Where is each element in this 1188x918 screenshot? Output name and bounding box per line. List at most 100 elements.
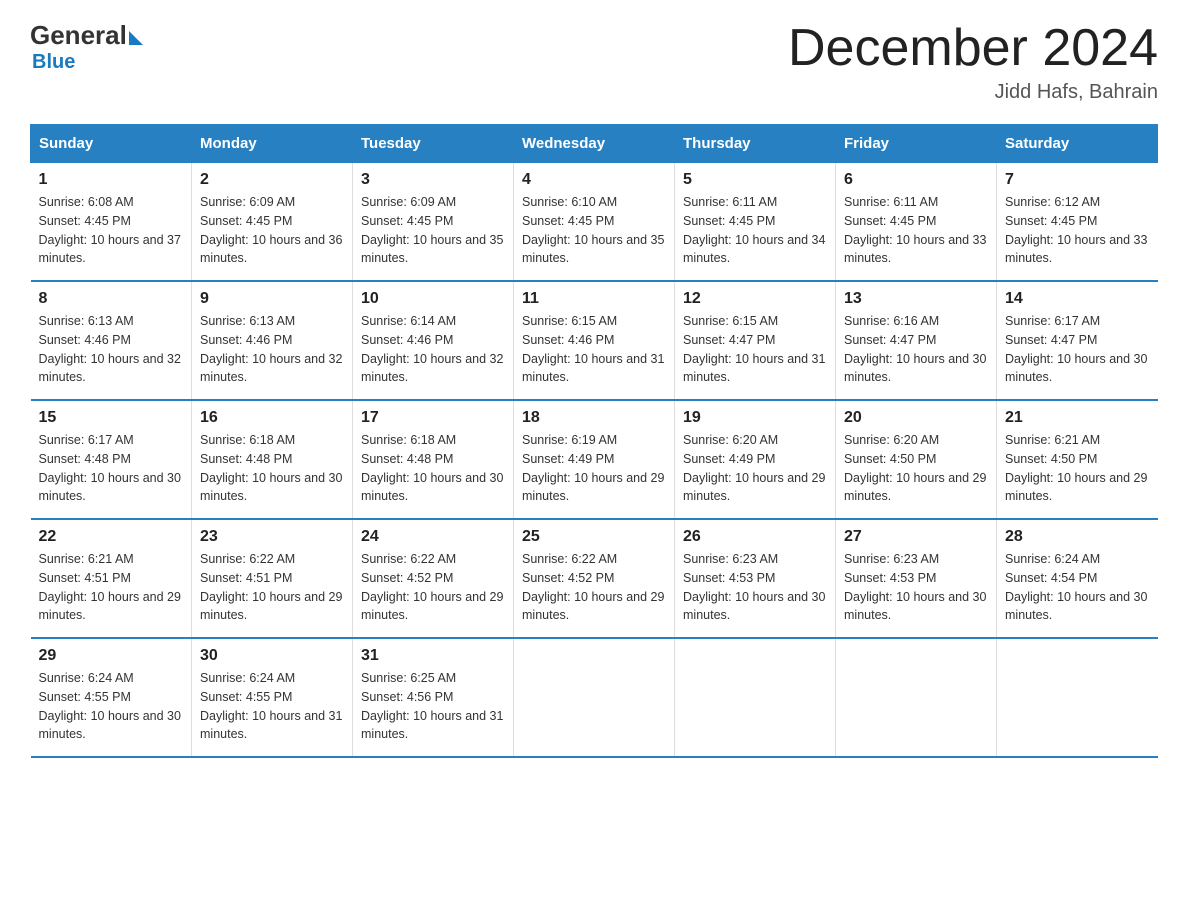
day-info: Sunrise: 6:14 AM Sunset: 4:46 PM Dayligh…	[361, 312, 505, 387]
day-info: Sunrise: 6:22 AM Sunset: 4:52 PM Dayligh…	[361, 550, 505, 625]
calendar-cell: 31 Sunrise: 6:25 AM Sunset: 4:56 PM Dayl…	[353, 638, 514, 757]
day-info: Sunrise: 6:20 AM Sunset: 4:50 PM Dayligh…	[844, 431, 988, 506]
calendar-cell: 10 Sunrise: 6:14 AM Sunset: 4:46 PM Dayl…	[353, 281, 514, 400]
calendar-cell: 25 Sunrise: 6:22 AM Sunset: 4:52 PM Dayl…	[514, 519, 675, 638]
day-number: 19	[683, 409, 827, 427]
calendar-cell	[997, 638, 1158, 757]
day-number: 2	[200, 171, 344, 189]
day-info: Sunrise: 6:19 AM Sunset: 4:49 PM Dayligh…	[522, 431, 666, 506]
calendar-cell: 15 Sunrise: 6:17 AM Sunset: 4:48 PM Dayl…	[31, 400, 192, 519]
header-saturday: Saturday	[997, 125, 1158, 163]
day-number: 17	[361, 409, 505, 427]
day-number: 12	[683, 290, 827, 308]
calendar-body: 1 Sunrise: 6:08 AM Sunset: 4:45 PM Dayli…	[31, 163, 1158, 758]
day-info: Sunrise: 6:22 AM Sunset: 4:52 PM Dayligh…	[522, 550, 666, 625]
day-number: 1	[39, 171, 184, 189]
calendar-cell: 28 Sunrise: 6:24 AM Sunset: 4:54 PM Dayl…	[997, 519, 1158, 638]
day-info: Sunrise: 6:23 AM Sunset: 4:53 PM Dayligh…	[683, 550, 827, 625]
header-thursday: Thursday	[675, 125, 836, 163]
calendar-cell: 9 Sunrise: 6:13 AM Sunset: 4:46 PM Dayli…	[192, 281, 353, 400]
calendar-header: SundayMondayTuesdayWednesdayThursdayFrid…	[31, 125, 1158, 163]
header-friday: Friday	[836, 125, 997, 163]
day-info: Sunrise: 6:10 AM Sunset: 4:45 PM Dayligh…	[522, 193, 666, 268]
day-info: Sunrise: 6:17 AM Sunset: 4:47 PM Dayligh…	[1005, 312, 1150, 387]
day-number: 10	[361, 290, 505, 308]
calendar-cell	[514, 638, 675, 757]
day-info: Sunrise: 6:13 AM Sunset: 4:46 PM Dayligh…	[200, 312, 344, 387]
day-number: 15	[39, 409, 184, 427]
day-info: Sunrise: 6:09 AM Sunset: 4:45 PM Dayligh…	[361, 193, 505, 268]
calendar-cell: 3 Sunrise: 6:09 AM Sunset: 4:45 PM Dayli…	[353, 163, 514, 282]
day-info: Sunrise: 6:08 AM Sunset: 4:45 PM Dayligh…	[39, 193, 184, 268]
day-info: Sunrise: 6:15 AM Sunset: 4:47 PM Dayligh…	[683, 312, 827, 387]
day-number: 18	[522, 409, 666, 427]
calendar-cell: 8 Sunrise: 6:13 AM Sunset: 4:46 PM Dayli…	[31, 281, 192, 400]
day-info: Sunrise: 6:09 AM Sunset: 4:45 PM Dayligh…	[200, 193, 344, 268]
calendar-cell: 16 Sunrise: 6:18 AM Sunset: 4:48 PM Dayl…	[192, 400, 353, 519]
calendar-cell: 29 Sunrise: 6:24 AM Sunset: 4:55 PM Dayl…	[31, 638, 192, 757]
day-info: Sunrise: 6:20 AM Sunset: 4:49 PM Dayligh…	[683, 431, 827, 506]
day-number: 5	[683, 171, 827, 189]
day-info: Sunrise: 6:16 AM Sunset: 4:47 PM Dayligh…	[844, 312, 988, 387]
day-info: Sunrise: 6:13 AM Sunset: 4:46 PM Dayligh…	[39, 312, 184, 387]
calendar-cell: 24 Sunrise: 6:22 AM Sunset: 4:52 PM Dayl…	[353, 519, 514, 638]
calendar-cell: 26 Sunrise: 6:23 AM Sunset: 4:53 PM Dayl…	[675, 519, 836, 638]
calendar-cell: 22 Sunrise: 6:21 AM Sunset: 4:51 PM Dayl…	[31, 519, 192, 638]
logo-blue-text: Blue	[32, 51, 75, 74]
day-info: Sunrise: 6:17 AM Sunset: 4:48 PM Dayligh…	[39, 431, 184, 506]
header-sunday: Sunday	[31, 125, 192, 163]
day-number: 7	[1005, 171, 1150, 189]
day-number: 20	[844, 409, 988, 427]
calendar-cell	[836, 638, 997, 757]
day-info: Sunrise: 6:11 AM Sunset: 4:45 PM Dayligh…	[683, 193, 827, 268]
day-number: 16	[200, 409, 344, 427]
day-info: Sunrise: 6:24 AM Sunset: 4:55 PM Dayligh…	[39, 669, 184, 744]
location-text: Jidd Hafs, Bahrain	[788, 81, 1158, 104]
calendar-cell: 13 Sunrise: 6:16 AM Sunset: 4:47 PM Dayl…	[836, 281, 997, 400]
logo: General Blue	[30, 20, 143, 74]
week-row-3: 15 Sunrise: 6:17 AM Sunset: 4:48 PM Dayl…	[31, 400, 1158, 519]
day-number: 11	[522, 290, 666, 308]
day-number: 26	[683, 528, 827, 546]
day-info: Sunrise: 6:12 AM Sunset: 4:45 PM Dayligh…	[1005, 193, 1150, 268]
day-number: 6	[844, 171, 988, 189]
day-info: Sunrise: 6:15 AM Sunset: 4:46 PM Dayligh…	[522, 312, 666, 387]
calendar-cell: 5 Sunrise: 6:11 AM Sunset: 4:45 PM Dayli…	[675, 163, 836, 282]
day-info: Sunrise: 6:25 AM Sunset: 4:56 PM Dayligh…	[361, 669, 505, 744]
header-monday: Monday	[192, 125, 353, 163]
logo-general-text: General	[30, 20, 127, 51]
week-row-5: 29 Sunrise: 6:24 AM Sunset: 4:55 PM Dayl…	[31, 638, 1158, 757]
day-number: 27	[844, 528, 988, 546]
day-info: Sunrise: 6:21 AM Sunset: 4:51 PM Dayligh…	[39, 550, 184, 625]
title-area: December 2024 Jidd Hafs, Bahrain	[788, 20, 1158, 104]
day-info: Sunrise: 6:21 AM Sunset: 4:50 PM Dayligh…	[1005, 431, 1150, 506]
calendar-cell: 11 Sunrise: 6:15 AM Sunset: 4:46 PM Dayl…	[514, 281, 675, 400]
header-wednesday: Wednesday	[514, 125, 675, 163]
day-number: 13	[844, 290, 988, 308]
day-number: 21	[1005, 409, 1150, 427]
header-row: SundayMondayTuesdayWednesdayThursdayFrid…	[31, 125, 1158, 163]
calendar-cell: 1 Sunrise: 6:08 AM Sunset: 4:45 PM Dayli…	[31, 163, 192, 282]
day-info: Sunrise: 6:18 AM Sunset: 4:48 PM Dayligh…	[361, 431, 505, 506]
calendar-table: SundayMondayTuesdayWednesdayThursdayFrid…	[30, 124, 1158, 758]
calendar-cell: 7 Sunrise: 6:12 AM Sunset: 4:45 PM Dayli…	[997, 163, 1158, 282]
day-number: 24	[361, 528, 505, 546]
calendar-cell: 6 Sunrise: 6:11 AM Sunset: 4:45 PM Dayli…	[836, 163, 997, 282]
day-number: 4	[522, 171, 666, 189]
day-number: 14	[1005, 290, 1150, 308]
day-number: 9	[200, 290, 344, 308]
calendar-cell: 14 Sunrise: 6:17 AM Sunset: 4:47 PM Dayl…	[997, 281, 1158, 400]
calendar-cell: 18 Sunrise: 6:19 AM Sunset: 4:49 PM Dayl…	[514, 400, 675, 519]
day-number: 30	[200, 647, 344, 665]
calendar-cell: 21 Sunrise: 6:21 AM Sunset: 4:50 PM Dayl…	[997, 400, 1158, 519]
calendar-cell: 12 Sunrise: 6:15 AM Sunset: 4:47 PM Dayl…	[675, 281, 836, 400]
day-number: 23	[200, 528, 344, 546]
calendar-cell: 23 Sunrise: 6:22 AM Sunset: 4:51 PM Dayl…	[192, 519, 353, 638]
page-header: General Blue December 2024 Jidd Hafs, Ba…	[30, 20, 1158, 104]
month-title: December 2024	[788, 20, 1158, 77]
week-row-4: 22 Sunrise: 6:21 AM Sunset: 4:51 PM Dayl…	[31, 519, 1158, 638]
day-info: Sunrise: 6:18 AM Sunset: 4:48 PM Dayligh…	[200, 431, 344, 506]
day-info: Sunrise: 6:11 AM Sunset: 4:45 PM Dayligh…	[844, 193, 988, 268]
calendar-cell: 2 Sunrise: 6:09 AM Sunset: 4:45 PM Dayli…	[192, 163, 353, 282]
day-number: 28	[1005, 528, 1150, 546]
